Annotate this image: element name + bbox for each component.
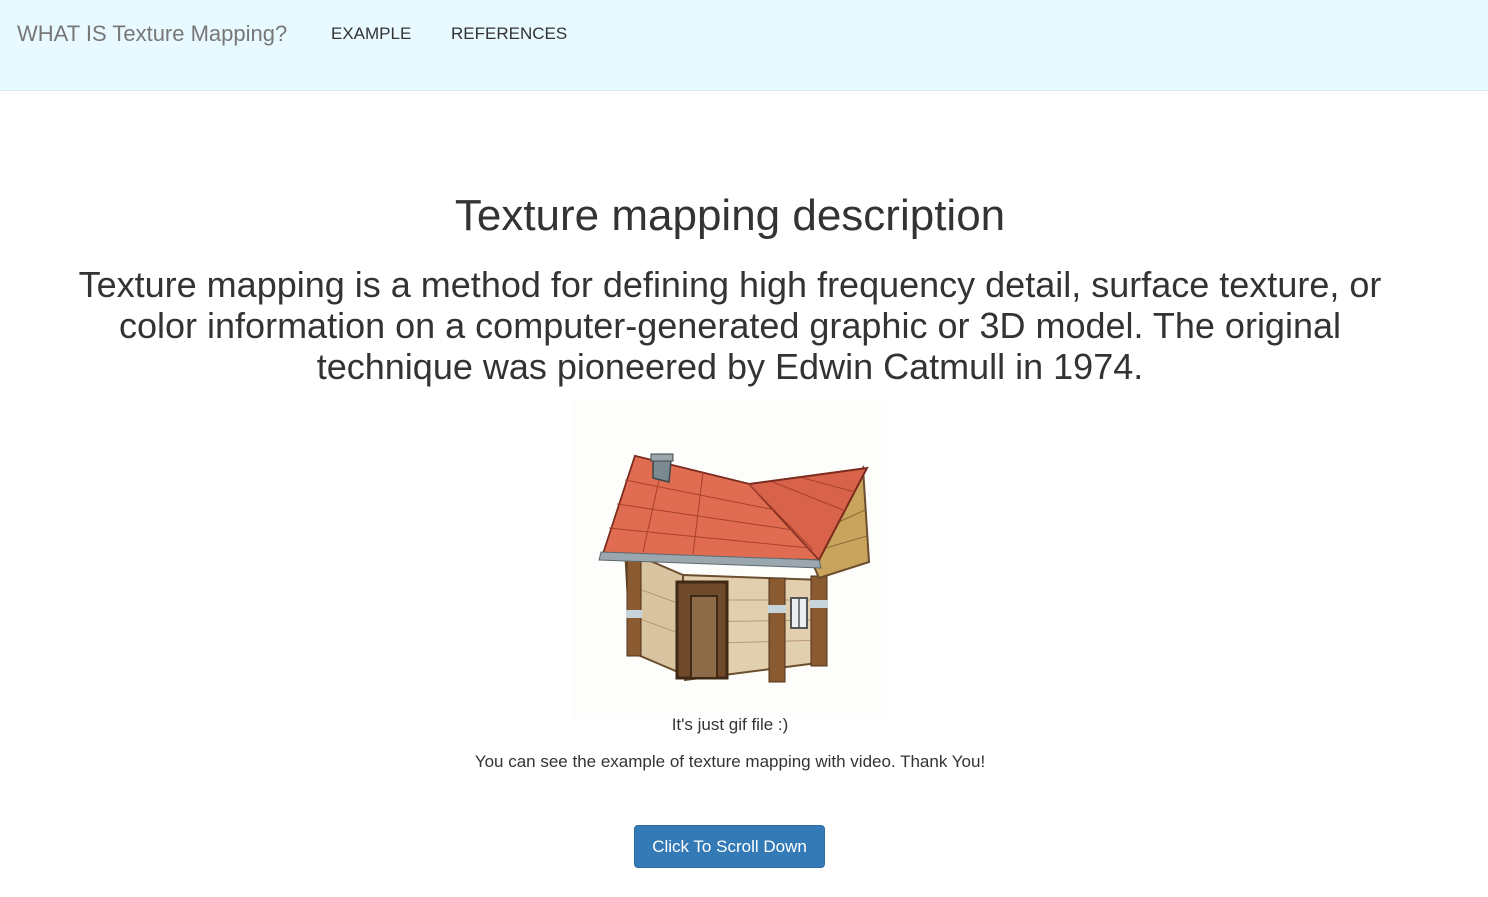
house-image xyxy=(573,400,887,718)
nav-link-example[interactable]: EXAMPLE xyxy=(331,23,411,45)
image-caption: It's just gif file :) xyxy=(671,715,789,734)
brand-link[interactable]: WHAT IS Texture Mapping? xyxy=(17,20,287,48)
video-note: You can see the example of texture mappi… xyxy=(474,752,986,771)
scroll-down-button[interactable]: Click To Scroll Down xyxy=(634,825,825,868)
description-text: Texture mapping is a method for defining… xyxy=(78,264,1382,387)
nav-link-references[interactable]: REFERENCES xyxy=(451,23,567,45)
textured-house-illustration xyxy=(598,453,871,683)
page-title: Texture mapping description xyxy=(454,191,1006,240)
top-navbar: WHAT IS Texture Mapping? EXAMPLE REFEREN… xyxy=(0,0,1488,91)
